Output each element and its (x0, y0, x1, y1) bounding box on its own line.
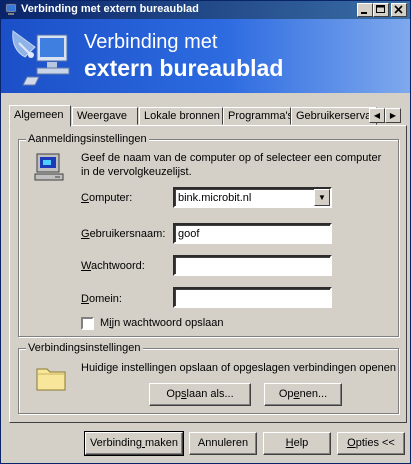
username-label: Gebruikersnaam: (81, 228, 166, 240)
tab-programmas[interactable]: Programma's (223, 107, 291, 125)
computer-combobox[interactable]: bink.microbit.nl ▼ (173, 187, 332, 208)
arrow-right-icon: ▶ (389, 111, 397, 120)
chevron-down-icon: ▼ (318, 193, 326, 202)
domain-label: Domein: (81, 293, 122, 305)
title-bar[interactable]: Verbinding met extern bureaublad (1, 1, 410, 19)
open-button[interactable]: Openen... (264, 383, 342, 406)
maximize-button[interactable] (373, 3, 389, 17)
save-password-label[interactable]: Mijn wachtwoord opslaan (100, 317, 224, 329)
close-button[interactable] (391, 3, 407, 17)
tab-gebruikerservaring[interactable]: Gebruikerservaring (291, 107, 377, 125)
help-button[interactable]: Help (263, 432, 331, 455)
remote-desktop-logo-icon (12, 30, 70, 86)
connection-description: Huidige instellingen opslaan of opgeslag… (81, 362, 396, 374)
remote-desktop-icon (5, 3, 17, 15)
connection-settings-group: Verbindingsinstellingen Huidige instelli… (18, 342, 399, 414)
tab-panel-algemeen: Aanmeldingsinstellingen Geef de naam van… (9, 125, 407, 423)
dialog-window: Verbinding met extern bureaublad Verbind… (0, 0, 411, 464)
connection-settings-legend: Verbindingsinstellingen (26, 342, 143, 354)
computer-icon (34, 153, 64, 181)
computer-value: bink.microbit.nl (178, 192, 252, 204)
computer-label: Computer: (81, 192, 133, 204)
tab-strip: Algemeen Weergave Lokale bronnen Program… (9, 105, 407, 127)
login-description: Geef de naam van de computer op of selec… (81, 152, 382, 178)
computer-dropdown-button[interactable]: ▼ (314, 189, 330, 206)
tab-scroll-left-button[interactable]: ◀ (369, 108, 385, 123)
maximize-icon (376, 5, 385, 13)
folder-icon (36, 368, 66, 391)
banner-title-line1: Verbinding met (84, 31, 218, 53)
username-input[interactable]: goof (173, 223, 332, 244)
login-settings-legend: Aanmeldingsinstellingen (26, 133, 149, 145)
save-as-button[interactable]: Opslaan als... (149, 383, 251, 406)
tab-lokale-bronnen[interactable]: Lokale bronnen (139, 107, 223, 125)
tab-weergave[interactable]: Weergave (72, 107, 138, 125)
arrow-left-icon: ◀ (373, 111, 381, 120)
header-banner: Verbinding met extern bureaublad (1, 19, 410, 93)
close-icon (394, 5, 403, 14)
connect-button[interactable]: Verbinding maken (84, 431, 184, 456)
domain-input[interactable] (173, 287, 332, 308)
minimize-icon (361, 12, 367, 14)
password-input[interactable] (173, 255, 332, 276)
password-label: Wachtwoord: (81, 260, 145, 272)
save-password-checkbox[interactable] (81, 317, 94, 330)
login-settings-group: Aanmeldingsinstellingen Geef de naam van… (18, 133, 399, 337)
window-title: Verbinding met extern bureaublad (21, 3, 199, 15)
tab-algemeen[interactable]: Algemeen (9, 105, 71, 127)
minimize-button[interactable] (357, 3, 373, 17)
cancel-button[interactable]: Annuleren (189, 432, 257, 455)
banner-title-line2: extern bureaublad (84, 55, 284, 81)
tab-scroll-right-button[interactable]: ▶ (385, 108, 401, 123)
options-button[interactable]: Opties << (337, 432, 405, 455)
